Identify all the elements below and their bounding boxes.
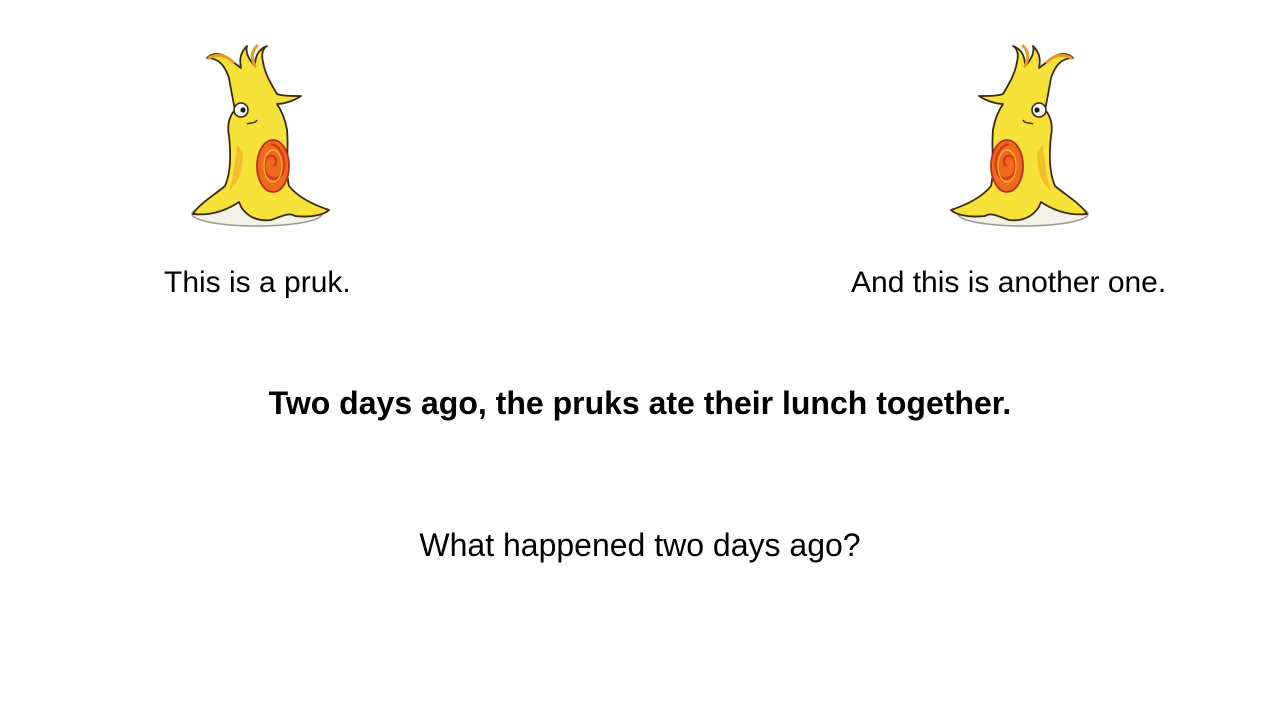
story-statement: Two days ago, the pruks ate their lunch … [268, 385, 1012, 421]
caption-right: And this is another one. [851, 266, 1167, 299]
pruk-creature-icon [945, 44, 1095, 234]
slide: This is a pruk. And this is another one.… [0, 0, 1280, 720]
pruk-creature-icon [185, 44, 335, 234]
question-prompt: What happened two days ago? [419, 527, 861, 563]
caption-left: This is a pruk. [164, 266, 351, 299]
